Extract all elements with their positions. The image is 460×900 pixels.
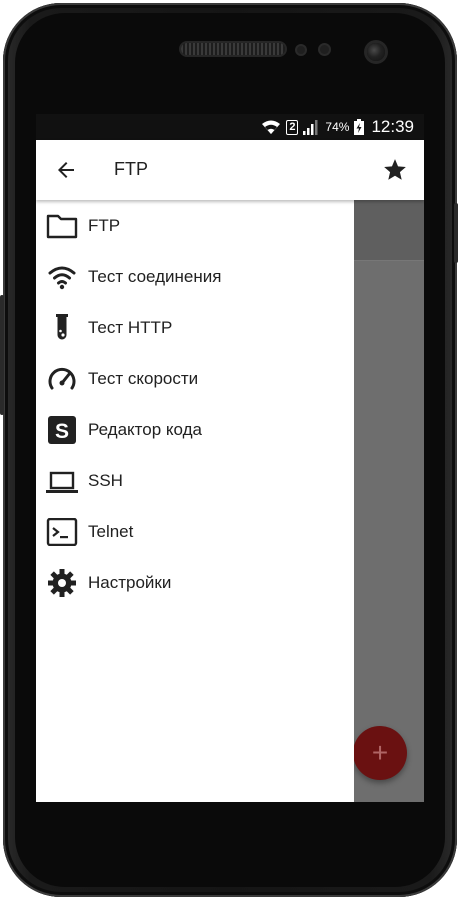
drawer-item-ssh[interactable]: SSH <box>36 455 354 506</box>
speedometer-icon <box>48 367 76 390</box>
folder-icon <box>46 214 78 239</box>
code-editor-icon: S <box>48 416 76 444</box>
add-fab-button[interactable]: + <box>353 726 407 780</box>
console-icon <box>46 518 78 546</box>
earpiece-speaker <box>181 43 285 55</box>
drawer-item-label: Тест соединения <box>88 266 222 286</box>
battery-charging-icon <box>354 119 365 135</box>
front-camera <box>367 43 385 61</box>
drawer-item-speed-test[interactable]: Тест скорости <box>36 353 354 404</box>
drawer-item-label: FTP <box>88 215 121 235</box>
drawer-item-label: Тест скорости <box>88 368 199 388</box>
signal-strength-icon <box>303 119 318 135</box>
wifi-status-icon <box>262 120 281 134</box>
drawer-item-connection-test[interactable]: Тест соединения <box>36 251 354 302</box>
background-divider <box>354 260 424 261</box>
battery-percent: 74% <box>325 120 350 134</box>
status-icons: 2 74% 12:39 <box>261 114 414 140</box>
drawer-item-code-editor[interactable]: S Редактор кода <box>36 404 354 455</box>
drawer-item-label: Редактор кода <box>88 419 202 439</box>
drawer-item-telnet[interactable]: Telnet <box>36 506 354 557</box>
test-tube-icon <box>56 314 68 340</box>
drawer-item-settings[interactable]: Настройки <box>36 557 354 608</box>
svg-text:S: S <box>55 420 69 443</box>
drawer-item-label: Тест HTTP <box>88 317 173 337</box>
screen: 2 74% 12:39 FTP + FTP Тест соединения Те… <box>36 114 424 802</box>
status-bar: 2 74% 12:39 <box>36 114 424 140</box>
wifi-icon <box>48 266 76 290</box>
volume-button <box>0 295 4 415</box>
status-clock: 12:39 <box>371 117 414 136</box>
proximity-sensor <box>297 46 305 54</box>
app-bar: FTP <box>36 140 424 200</box>
drawer-item-ftp[interactable]: FTP <box>36 200 354 251</box>
drawer-item-label: SSH <box>88 470 123 490</box>
back-arrow-icon[interactable] <box>54 158 78 182</box>
laptop-icon <box>46 471 78 493</box>
drawer-item-label: Настройки <box>88 572 172 592</box>
gear-icon <box>48 569 76 597</box>
drawer-item-label: Telnet <box>88 521 134 541</box>
sim-slot-indicator: 2 <box>286 119 299 135</box>
star-favorite-icon[interactable] <box>382 157 408 183</box>
light-sensor <box>320 45 329 54</box>
background-content <box>354 200 424 260</box>
app-bar-title: FTP <box>114 159 148 179</box>
navigation-drawer: FTP Тест соединения Тест HTTP Тест скоро… <box>36 200 354 802</box>
power-button <box>454 203 458 263</box>
drawer-item-http-test[interactable]: Тест HTTP <box>36 302 354 353</box>
